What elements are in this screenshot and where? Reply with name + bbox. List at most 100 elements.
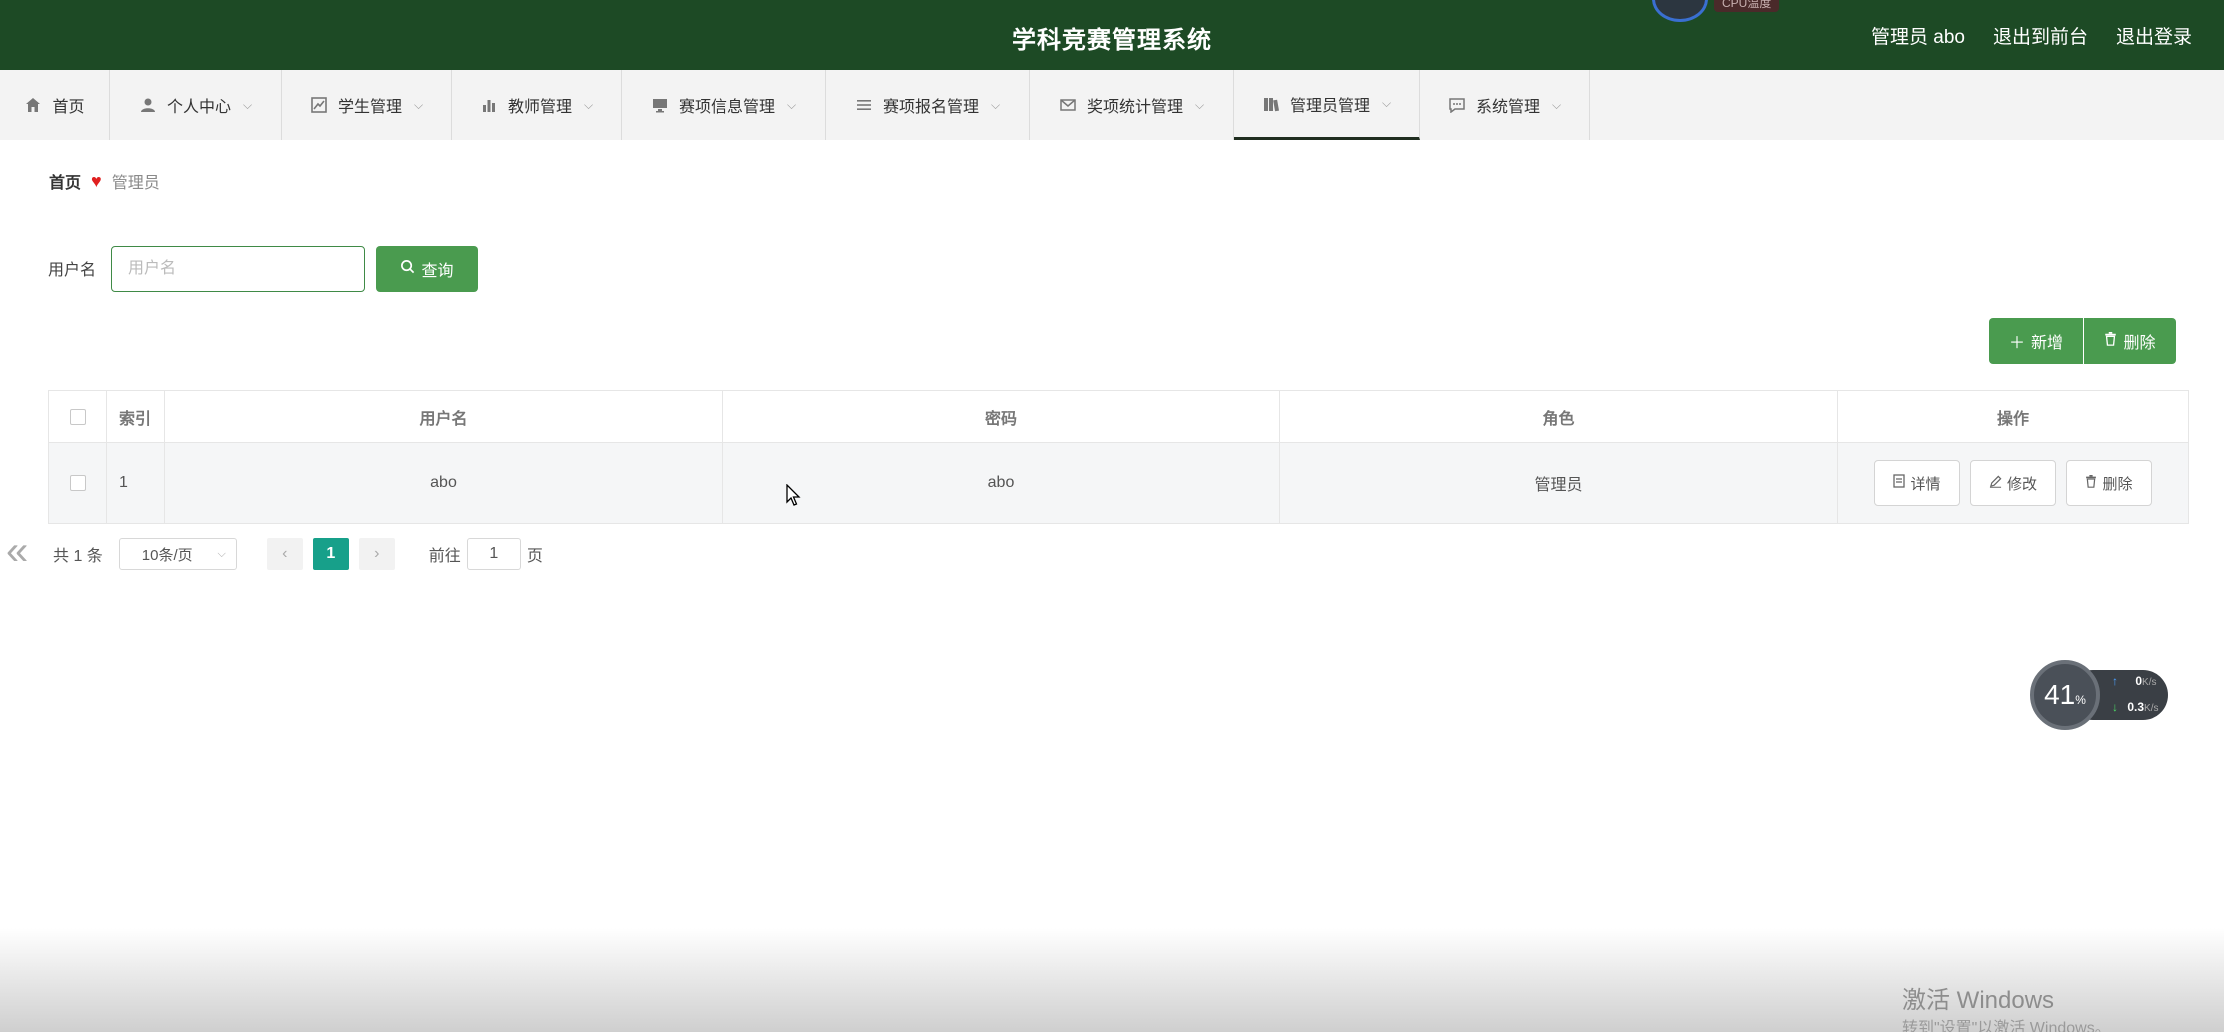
- delete-button[interactable]: 删除: [2066, 460, 2152, 506]
- row-checkbox-cell: [49, 443, 107, 523]
- chevron-down-icon: ⌵: [242, 97, 253, 112]
- nav-event-info-mgmt[interactable]: 赛项信息管理 ⌵: [622, 70, 826, 140]
- page-size-select[interactable]: 10条/页 ⌵: [118, 538, 237, 570]
- bottom-fade: [0, 928, 2224, 1032]
- collapse-left-icon[interactable]: «: [6, 528, 28, 574]
- add-button-label: 新增: [2031, 335, 2064, 352]
- delete-button-label: 删除: [2123, 335, 2156, 352]
- admin-table: 索引 用户名 密码 角色 操作 1 abo abo 管理员 详情 修改 删除: [48, 390, 2189, 524]
- logout-link[interactable]: 退出登录: [2116, 22, 2192, 49]
- breadcrumb-home[interactable]: 首页: [49, 169, 81, 193]
- nav-event-signup-mgmt[interactable]: 赛项报名管理 ⌵: [826, 70, 1030, 140]
- page-suffix: 页: [526, 548, 543, 565]
- username-search-input[interactable]: [111, 246, 365, 292]
- chevron-down-icon: ⌵: [1194, 97, 1205, 112]
- bar-chart-icon: [480, 96, 498, 114]
- batch-delete-button[interactable]: 删除: [2084, 318, 2176, 364]
- row-username: abo: [165, 443, 723, 523]
- nav-label: 个人中心: [166, 99, 231, 116]
- download-speed-unit: K/s: [2144, 703, 2159, 714]
- nav-label: 赛项信息管理: [678, 99, 775, 116]
- header-checkbox-cell: [49, 391, 107, 442]
- document-icon: [1893, 474, 1906, 492]
- nav-teacher-mgmt[interactable]: 教师管理 ⌵: [452, 70, 622, 140]
- search-label: 用户名: [48, 262, 97, 279]
- memory-usage-unit: %: [2075, 693, 2086, 707]
- select-all-checkbox[interactable]: [69, 408, 86, 425]
- nav-personal-center[interactable]: 个人中心 ⌵: [110, 70, 282, 140]
- detail-button[interactable]: 详情: [1874, 460, 1960, 506]
- nav-system-mgmt[interactable]: 系统管理 ⌵: [1420, 70, 1590, 140]
- chevron-down-icon: ⌵: [413, 97, 424, 112]
- table-row: 1 abo abo 管理员 详情 修改 删除: [49, 443, 2188, 523]
- pagination-total: 共 1 条: [53, 548, 103, 565]
- nav-label: 教师管理: [507, 99, 572, 116]
- row-operations: 详情 修改 删除: [1838, 443, 2188, 523]
- edit-label: 修改: [2006, 475, 2037, 493]
- nav-label: 奖项统计管理: [1086, 99, 1183, 116]
- edit-button[interactable]: 修改: [1970, 460, 2056, 506]
- list-icon: [855, 96, 873, 114]
- trash-icon: [2085, 474, 2097, 492]
- chart-icon: [310, 96, 328, 114]
- detail-label: 详情: [1910, 475, 1941, 493]
- chevron-down-icon: ⌵: [1381, 96, 1392, 110]
- breadcrumb: 首页 ♥ 管理员: [25, 152, 2211, 210]
- add-button[interactable]: ＋ 新增: [1989, 318, 2083, 364]
- header-password: 密码: [723, 391, 1280, 442]
- nav-student-mgmt[interactable]: 学生管理 ⌵: [282, 70, 452, 140]
- plus-icon: ＋: [2008, 335, 2025, 352]
- nav-label: 赛项报名管理: [882, 99, 979, 116]
- chevron-down-icon: ⌵: [1551, 97, 1562, 112]
- mail-icon: [1059, 96, 1077, 114]
- download-speed-value: 0.3: [2127, 700, 2145, 714]
- nav-admin-mgmt[interactable]: 管理员管理 ⌵: [1234, 70, 1420, 140]
- upload-speed: ↑ 0K/s: [2112, 674, 2156, 688]
- row-password: abo: [723, 443, 1280, 523]
- heart-icon: ♥: [91, 170, 102, 191]
- upload-speed-unit: K/s: [2142, 677, 2157, 688]
- chevron-right-icon: ›: [374, 545, 380, 562]
- search-button[interactable]: 查询: [376, 246, 478, 292]
- chevron-left-icon: ‹: [282, 545, 288, 562]
- windows-activation-hint: 转到"设置"以激活 Windows。: [1902, 1020, 2111, 1032]
- header-index: 索引: [107, 391, 165, 442]
- edit-icon: [1989, 475, 2002, 492]
- prev-page-button[interactable]: ‹: [266, 538, 303, 570]
- nav-award-stats-mgmt[interactable]: 奖项统计管理 ⌵: [1030, 70, 1234, 140]
- next-page-button[interactable]: ›: [358, 538, 395, 570]
- row-checkbox[interactable]: [69, 475, 86, 491]
- current-user[interactable]: 管理员 abo: [1871, 22, 1965, 49]
- page-number-current[interactable]: 1: [312, 538, 349, 570]
- memory-usage-value: 41: [2044, 679, 2076, 710]
- top-header: 学科竞赛管理系统 管理员 abo 退出到前台 退出登录: [0, 0, 2224, 70]
- nav-label: 管理员管理: [1289, 97, 1370, 115]
- home-icon: [24, 96, 42, 114]
- row-index: 1: [107, 443, 165, 523]
- chevron-down-icon: ⌵: [583, 97, 594, 112]
- cpu-temp-label: CPU温度: [1714, 0, 1780, 12]
- network-monitor-widget: 41% ↑ 0K/s ↓ 0.3K/s: [2030, 660, 2170, 730]
- row-role: 管理员: [1280, 443, 1838, 523]
- download-speed: ↓ 0.3K/s: [2112, 700, 2158, 714]
- book-icon: [1262, 95, 1280, 113]
- chat-icon: [1448, 96, 1466, 114]
- header-links: 管理员 abo 退出到前台 退出登录: [1871, 22, 2192, 49]
- nav-label: 首页: [52, 99, 85, 116]
- person-icon: [139, 96, 157, 114]
- goto-page-input[interactable]: 1: [466, 538, 521, 570]
- exit-to-front-link[interactable]: 退出到前台: [1993, 22, 2088, 49]
- nav-home[interactable]: 首页: [0, 70, 110, 140]
- table-header-row: 索引 用户名 密码 角色 操作: [49, 391, 2188, 443]
- chevron-down-icon: ⌵: [217, 547, 226, 560]
- monitor-icon: [651, 96, 669, 114]
- nav-label: 系统管理: [1475, 99, 1540, 116]
- delete-label: 删除: [2102, 475, 2133, 493]
- pagination: 共 1 条 10条/页 ⌵ ‹ 1 › 前往 1 页: [53, 538, 543, 570]
- memory-usage-circle: 41%: [2030, 660, 2100, 730]
- search-button-label: 查询: [421, 263, 454, 280]
- chevron-down-icon: ⌵: [786, 97, 797, 112]
- chevron-down-icon: ⌵: [990, 97, 1001, 112]
- down-arrow-icon: ↓: [2112, 700, 2118, 714]
- header-username: 用户名: [165, 391, 723, 442]
